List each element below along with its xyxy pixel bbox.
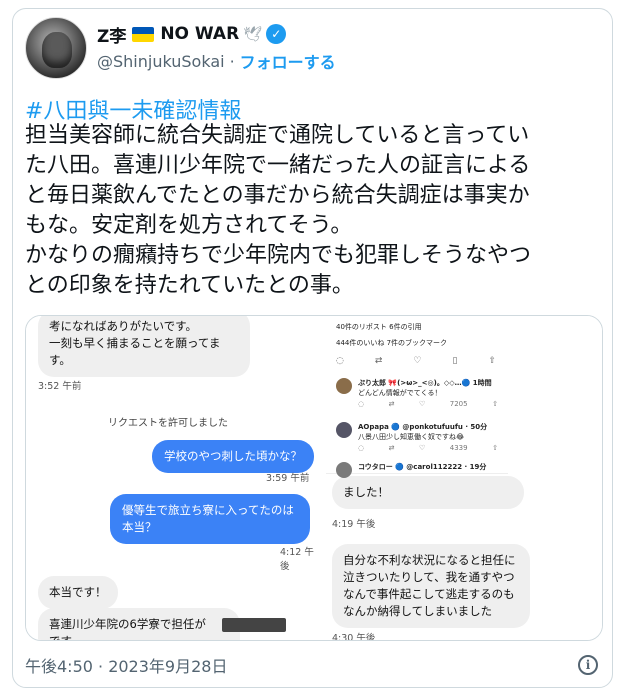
like-icon: ♡ <box>413 356 422 366</box>
follow-button[interactable]: フォローする <box>240 49 336 73</box>
chat-message: 考になればありがたいです。 一刻も早く捕まることを願ってま す。 <box>38 316 250 377</box>
reply-item: コウタロー 🔵 @carol112222 · 19分 <box>336 460 502 500</box>
reply-avatar <box>336 462 352 478</box>
chat-timestamp: 4:12 午後 <box>280 547 314 572</box>
tweet-text: 担当美容師に統合失調症で通院していると言ってい た八田。喜連川少年院で一緒だった… <box>25 123 532 298</box>
reply-author: コウタロー 🔵 @carol112222 · 19分 <box>358 463 487 471</box>
display-name[interactable]: Z李 <box>97 22 126 47</box>
reply-actions: ◌ ⇄ ♡ 7205 ⇧ <box>358 400 498 408</box>
repost-icon: ⇄ <box>374 356 383 366</box>
chat-screenshot-left: 考になればありがたいです。 一刻も早く捕まることを願ってま す。 3:52 午前… <box>26 316 316 640</box>
reply-item: AOpapa 🔵 @ponkotufuufu · 50分 八景八田少し知恵働く奴… <box>336 420 502 460</box>
repost-stats: 40件のリポスト 6件の引用 <box>336 323 422 331</box>
reply-actions: ◌ ⇄ ♡ 4339 ⇧ <box>358 444 498 452</box>
no-war-badge-text: NO WAR <box>160 24 240 44</box>
reply-author: AOpapa 🔵 @ponkotufuufu · 50分 <box>358 423 488 431</box>
info-icon[interactable]: i <box>578 655 598 675</box>
reply-avatar <box>336 378 352 394</box>
author-handle[interactable]: @ShinjukuSokai <box>97 52 225 71</box>
chat-message: 自分な不利な状況になると担任に 泣きついたりして、我を通すやつ なんで事件起こし… <box>332 544 530 628</box>
ukraine-flag-icon <box>132 26 155 42</box>
chat-message: 喜連川少年院の6学寮で担任が です <box>38 608 240 640</box>
chat-timestamp: 4:19 午後 <box>332 519 376 530</box>
chat-timestamp: 3:52 午前 <box>38 381 82 392</box>
reply-view-count: 7205 <box>449 400 468 408</box>
reply-item: ぷり太郎 🎀(>ω>_<◎)。◇◇…🔵 1時間 どんどん情報がでてくる！ ◌ ⇄ ♡… <box>336 376 502 416</box>
reply-avatar <box>336 422 352 438</box>
handle-row: @ShinjukuSokai · フォローする <box>97 49 336 73</box>
chat-message: 本当です！ <box>38 576 118 609</box>
system-notice: リクエストを許可しました <box>108 418 228 429</box>
chat-message-sent: 学校のやつ刺した頃かな？ <box>152 440 314 473</box>
chat-message-sent: 優等生で旅立ち寮に入ってたのは 本当？ <box>110 494 310 544</box>
reply-icon: ◌ <box>336 356 344 366</box>
reply-view-count: 4339 <box>449 444 468 452</box>
redaction-bar <box>222 618 286 632</box>
reply-text: 八景八田少し知恵働く奴ですね😂 <box>358 433 465 441</box>
action-icons-row: ◌ ⇄ ♡ ▯ ⇧ <box>336 356 496 366</box>
separator-dot: · <box>229 51 235 71</box>
verified-badge-icon[interactable]: ✓ <box>266 24 287 44</box>
avatar[interactable] <box>25 17 87 79</box>
author-name-row: Z李 NO WAR 🕊 ✓ <box>97 21 287 47</box>
tweet-media-image[interactable]: 考になればありがたいです。 一刻も早く捕まることを願ってま す。 3:52 午前… <box>25 315 603 641</box>
dove-icon: 🕊 <box>243 25 263 43</box>
tweet-timestamp[interactable]: 午後4:50 · 2023年9月28日 <box>25 653 227 677</box>
post-stats-overlay: 40件のリポスト 6件の引用 444件のいいね 7件のブックマーク ◌ ⇄ ♡ … <box>326 316 508 478</box>
tweet-card: Z李 NO WAR 🕊 ✓ @ShinjukuSokai · フォローする #八… <box>12 8 613 688</box>
reply-text: どんどん情報がでてくる！ <box>358 389 442 397</box>
like-stats: 444件のいいね 7件のブックマーク <box>336 339 448 347</box>
chat-timestamp: 3:59 午前 <box>266 473 310 484</box>
share-icon: ⇧ <box>488 356 496 366</box>
reply-author: ぷり太郎 🎀(>ω>_<◎)。◇◇…🔵 1時間 <box>358 379 492 387</box>
bookmark-icon: ▯ <box>452 356 458 366</box>
chat-timestamp: 4:30 午後 <box>332 633 376 641</box>
